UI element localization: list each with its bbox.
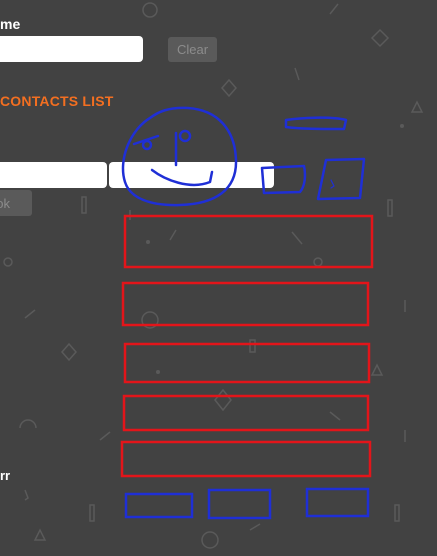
name-input[interactable] xyxy=(0,36,143,62)
background-pattern xyxy=(3,2,424,549)
name-field-label: me xyxy=(0,16,21,32)
bottom-label: rr xyxy=(0,468,11,483)
contacts-list-heading: CONTACTS LIST xyxy=(0,93,114,109)
contact-input-left[interactable] xyxy=(0,162,107,188)
contact-input-right[interactable] xyxy=(109,162,274,188)
clear-button[interactable]: Clear xyxy=(168,37,217,62)
ok-button[interactable]: ok xyxy=(0,190,32,216)
